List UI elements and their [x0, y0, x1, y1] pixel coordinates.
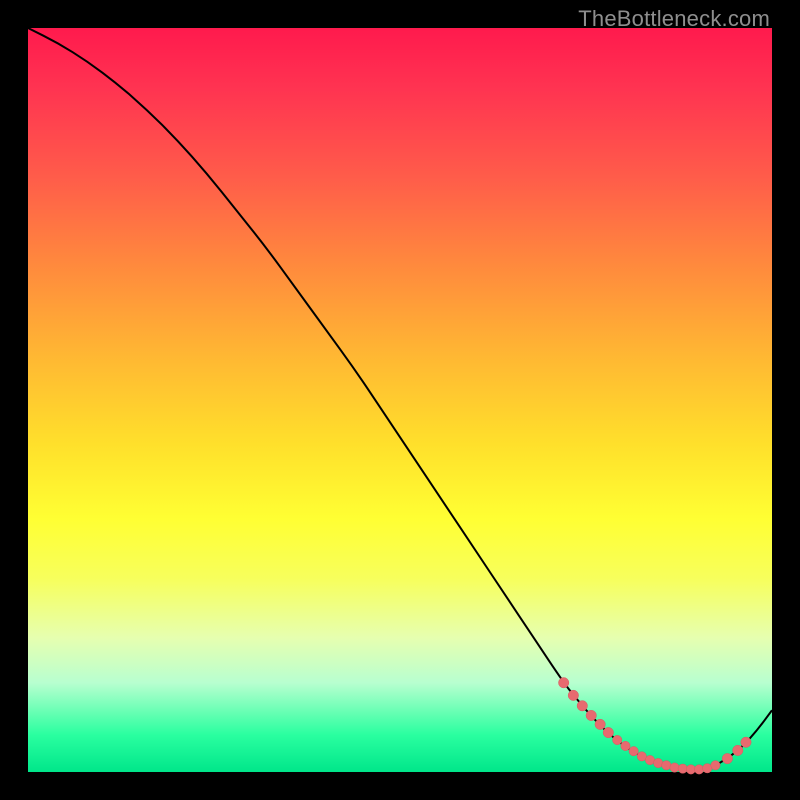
data-marker: [711, 761, 720, 770]
data-marker: [653, 758, 662, 767]
data-marker: [722, 753, 732, 763]
data-marker: [662, 761, 671, 770]
data-marker: [613, 735, 622, 744]
data-marker: [678, 764, 687, 773]
bottleneck-curve: [28, 28, 772, 769]
data-marker: [577, 701, 587, 711]
data-marker: [741, 737, 751, 747]
data-marker: [586, 710, 596, 720]
chart-svg: [0, 0, 800, 800]
data-marker: [694, 765, 703, 774]
data-marker: [568, 690, 578, 700]
data-marker: [629, 746, 638, 755]
data-marker: [595, 719, 605, 729]
data-marker: [558, 678, 568, 688]
data-marker: [603, 727, 613, 737]
data-marker: [733, 745, 743, 755]
data-marker: [670, 763, 679, 772]
data-marker: [621, 741, 630, 750]
